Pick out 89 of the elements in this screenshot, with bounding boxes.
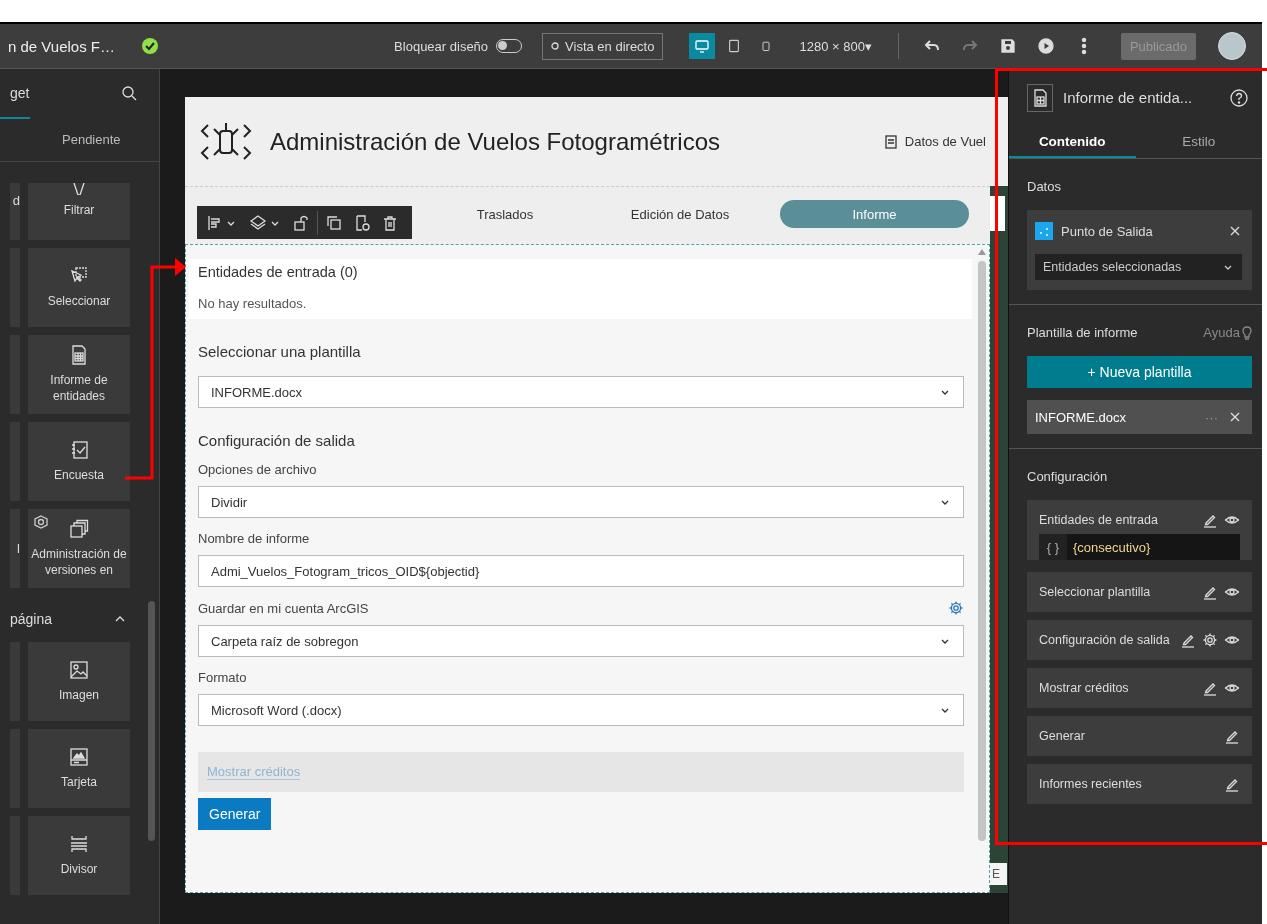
more-icon xyxy=(1080,37,1087,55)
widget-tile[interactable]: Encuesta xyxy=(28,422,130,501)
template-select[interactable]: INFORME.docx xyxy=(198,376,964,408)
search-icon[interactable] xyxy=(121,85,137,101)
nav-tab[interactable]: Informe xyxy=(780,200,969,228)
card-icon xyxy=(69,746,89,767)
nav-tab[interactable]: Edición de Datos xyxy=(605,200,755,228)
document-icon xyxy=(884,134,897,149)
settings-tab[interactable]: Contenido xyxy=(1009,126,1136,158)
bulb-icon xyxy=(1242,325,1252,340)
report-icon xyxy=(70,344,88,365)
settings-icon[interactable] xyxy=(948,600,964,616)
config-item[interactable]: Seleccionar plantilla xyxy=(1027,572,1252,612)
config-item[interactable]: Entidades de entrada { } {consecutivo} xyxy=(1027,500,1252,560)
partial-tile[interactable]: d xyxy=(10,183,20,240)
field-label: Guardar en mi cuenta ArcGIS xyxy=(198,600,369,616)
divider-icon xyxy=(69,833,89,854)
layers-icon[interactable] xyxy=(249,213,267,232)
image-icon xyxy=(69,659,89,680)
panel-tab[interactable]: Pendiente xyxy=(62,131,121,147)
panel-title: Informe de entida... xyxy=(1063,89,1194,106)
lock-layout-label: Bloquear diseño xyxy=(394,38,489,54)
copy-icon[interactable] xyxy=(326,214,342,231)
map-label: E xyxy=(990,863,1007,885)
hide-icon[interactable] xyxy=(354,214,370,231)
group-title: página xyxy=(10,611,53,627)
field-label: Formato xyxy=(198,670,247,685)
settings-tab[interactable]: Estilo xyxy=(1135,126,1262,158)
section-title: Plantilla de informe xyxy=(1027,325,1138,340)
template-file-item[interactable]: INFORME.docx ··· xyxy=(1027,400,1252,434)
widget-tile[interactable]: Divisor xyxy=(28,816,130,895)
panel-title: get xyxy=(10,85,30,101)
select-field[interactable]: Microsoft Word (.docx) xyxy=(198,694,964,726)
widget-tile[interactable]: Seleccionar xyxy=(28,248,130,327)
close-icon[interactable] xyxy=(1228,224,1242,238)
section-title: Configuración de salida xyxy=(198,432,356,449)
point-layer-icon xyxy=(1035,222,1053,240)
hexagon-icon xyxy=(34,515,48,529)
app-title: n de Vuelos F… xyxy=(8,37,115,55)
page-title: Administración de Vuelos Fotogramétricos xyxy=(270,127,720,156)
partial-tile[interactable]: l xyxy=(10,509,20,588)
filter-dropdown[interactable]: Entidades seleccionadas xyxy=(1035,254,1242,280)
nav-tab[interactable]: Traslados xyxy=(430,200,580,228)
desktop-icon xyxy=(694,38,711,54)
config-item[interactable]: Informes recientes xyxy=(1027,764,1252,804)
live-view-button[interactable]: Vista en directo xyxy=(542,32,664,60)
section-title: Seleccionar una plantilla xyxy=(198,343,362,360)
widget-tile[interactable]: Imagen xyxy=(28,642,130,721)
field-label: Nombre de informe xyxy=(198,531,310,546)
section-title: Entidades de entrada (0) xyxy=(198,264,359,280)
generate-button[interactable]: Generar xyxy=(198,798,272,830)
play-icon xyxy=(1037,38,1054,54)
report-icon xyxy=(1032,88,1048,107)
expression-field[interactable]: { } {consecutivo} xyxy=(1039,534,1240,560)
data-source-name: Punto de Salida xyxy=(1061,223,1154,239)
select-field[interactable]: Dividir xyxy=(198,486,964,518)
config-item[interactable]: Generar xyxy=(1027,716,1252,756)
input-field[interactable]: Admi_Vuelos_Fotogram_tricos_OID${objectid} xyxy=(198,555,964,587)
scroll-up-icon[interactable] xyxy=(978,249,986,255)
trash-icon[interactable] xyxy=(382,214,398,231)
resolution-dropdown[interactable]: 1280 × 800▾ xyxy=(799,38,872,54)
header-link[interactable]: Datos de Vuel xyxy=(884,134,986,149)
widget-tile[interactable]: Informe de entidades xyxy=(28,335,130,414)
align-icon[interactable] xyxy=(207,214,223,231)
unlock-icon[interactable] xyxy=(293,214,309,231)
avatar[interactable] xyxy=(1218,32,1246,60)
close-icon[interactable] xyxy=(1228,410,1242,424)
help-link[interactable]: Ayuda xyxy=(1203,325,1252,340)
config-item[interactable]: Mostrar créditos xyxy=(1027,668,1252,708)
widget-tile[interactable]: Administración de versiones en xyxy=(28,509,130,588)
scrollbar-thumb[interactable] xyxy=(148,601,155,841)
device-button[interactable] xyxy=(689,33,716,59)
copies-icon xyxy=(69,518,89,539)
empty-message: No hay resultados. xyxy=(198,296,308,311)
help-icon[interactable] xyxy=(1230,88,1248,107)
section-title: Datos xyxy=(1027,179,1061,194)
widget-tile[interactable]: Tarjeta xyxy=(28,729,130,808)
check-circle-icon xyxy=(141,37,159,55)
save-icon xyxy=(999,38,1016,54)
funnel-icon xyxy=(71,183,87,195)
section-title: Configuración xyxy=(1027,469,1108,484)
config-item[interactable]: Configuración de salida xyxy=(1027,620,1252,660)
new-template-button[interactable]: + Nueva plantilla xyxy=(1027,356,1252,388)
select-field[interactable]: Carpeta raíz de sobregon xyxy=(198,625,964,657)
widget-tile[interactable]: Filtrar xyxy=(28,183,130,240)
tablet-icon xyxy=(727,38,742,54)
circle-icon xyxy=(551,42,560,50)
checklist-icon xyxy=(69,439,89,460)
field-label: Opciones de archivo xyxy=(198,462,317,477)
